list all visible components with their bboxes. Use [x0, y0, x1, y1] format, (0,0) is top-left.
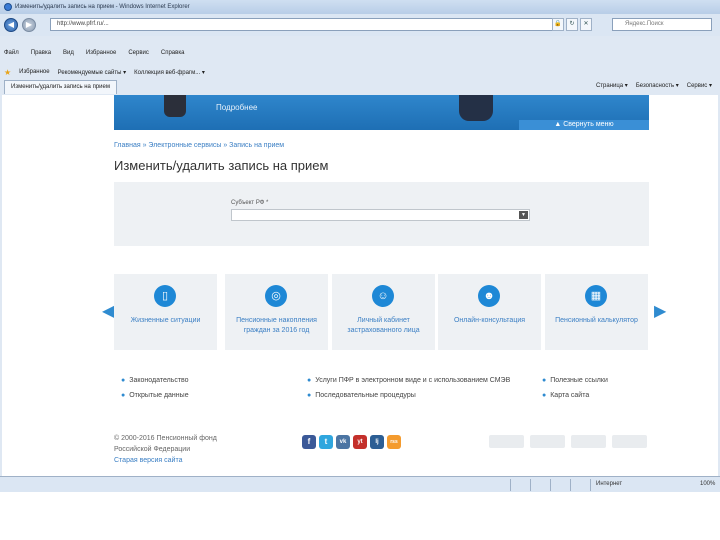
youtube-icon[interactable]: yt [353, 435, 367, 449]
livejournal-icon[interactable]: lj [370, 435, 384, 449]
url-field[interactable]: http://www.pfrf.ru/... [50, 18, 560, 31]
tile-label: Онлайн-консультация [453, 317, 526, 324]
link-procedures[interactable]: Последовательные процедуры [315, 392, 416, 399]
address-bar: ◀ ▶ http://www.pfrf.ru/... 🔒 ↻ ✕ Яндекс.… [0, 14, 720, 36]
coins-icon: ◎ [265, 285, 287, 307]
region-label: Субъект РФ * [231, 200, 269, 206]
page-title: Изменить/удалить запись на прием [114, 158, 329, 173]
zoom-level[interactable]: 100% [700, 481, 715, 487]
old-site-link[interactable]: Старая версия сайта [114, 455, 217, 466]
consultant-icon: ☻ [478, 285, 500, 307]
tile-label: Пенсионный калькулятор [555, 317, 638, 324]
command-page[interactable]: Страница ▾ [596, 82, 628, 89]
ie-logo-icon [4, 3, 12, 11]
calculator-icon: ▦ [585, 285, 607, 307]
service-tiles: ▯ Жизненные ситуации ◎ Пенсионные накопл… [114, 274, 649, 350]
favorites-item-suggested[interactable]: Рекомендуемые сайты ▾ [58, 69, 127, 76]
menu-tools[interactable]: Сервис [128, 50, 149, 60]
menu-favorites[interactable]: Избранное [86, 50, 116, 60]
vkontakte-icon[interactable]: vk [336, 435, 350, 449]
tile-personal-account[interactable]: ☺ Личный кабинет застрахованного лица [332, 274, 435, 350]
menu-help[interactable]: Справка [161, 50, 185, 60]
carousel-prev-button[interactable]: ◀ [102, 301, 114, 321]
menu-view[interactable]: Вид [63, 50, 74, 60]
lock-icon[interactable]: 🔒 [552, 18, 564, 31]
partner-logo[interactable] [530, 435, 565, 448]
back-button[interactable]: ◀ [4, 18, 18, 32]
title-bar: Изменить/удалить запись на прием - Windo… [0, 0, 720, 14]
banner-more-link[interactable]: Подробнее [216, 103, 258, 112]
tile-label: Жизненные ситуации [130, 317, 201, 324]
menu-edit[interactable]: Правка [31, 50, 51, 60]
command-bar: Страница ▾ Безопасность ▾ Сервис ▾ [596, 82, 712, 89]
twitter-icon[interactable]: t [319, 435, 333, 449]
link-open-data[interactable]: Открытые данные [129, 392, 188, 399]
tile-online-consultation[interactable]: ☻ Онлайн-консультация [438, 274, 541, 350]
active-tab[interactable]: Изменить/удалить запись на прием [4, 80, 117, 94]
breadcrumb[interactable]: Главная » Электронные сервисы » Запись н… [114, 142, 284, 149]
command-tools[interactable]: Сервис ▾ [687, 82, 712, 89]
menu-file[interactable]: Файл [4, 50, 19, 60]
partner-logo[interactable] [489, 435, 524, 448]
forward-button[interactable]: ▶ [22, 18, 36, 32]
tile-label: Пенсионные накопления граждан за 2016 го… [236, 317, 317, 334]
link-sitemap[interactable]: Карта сайта [550, 392, 589, 399]
favorites-item-webslice[interactable]: Коллекция веб-фрагм... ▾ [134, 69, 205, 76]
top-banner: Подробнее ▲ Свернуть меню [114, 95, 649, 130]
favorites-label[interactable]: Избранное [19, 69, 49, 75]
refresh-button[interactable]: ↻ [566, 18, 578, 31]
rss-icon[interactable]: rss [387, 435, 401, 449]
window-title: Изменить/удалить запись на прием - Windo… [15, 4, 190, 10]
browser-window: Изменить/удалить запись на прием - Windo… [0, 0, 720, 492]
favorites-star-icon[interactable]: ★ [4, 68, 11, 77]
favorites-bar: ★ Избранное Рекомендуемые сайты ▾ Коллек… [0, 66, 720, 78]
form-panel: Субъект РФ * ▼ [114, 182, 649, 246]
footer-links-col2: ● Услуги ПФР в электронном виде и с испол… [307, 377, 511, 399]
search-input[interactable]: Яндекс.Поиск [612, 18, 712, 31]
command-safety[interactable]: Безопасность ▾ [636, 82, 679, 89]
banner-person-image-2 [459, 95, 493, 121]
chevron-down-icon[interactable]: ▼ [519, 211, 528, 219]
collapse-menu-button[interactable]: ▲ Свернуть меню [519, 120, 649, 130]
link-useful[interactable]: Полезные ссылки [550, 377, 608, 384]
region-select[interactable]: ▼ [231, 209, 530, 221]
security-zone: Интернет [596, 481, 623, 487]
person-icon: ☺ [372, 285, 394, 307]
door-icon: ▯ [154, 285, 176, 307]
link-legislation[interactable]: Законодательство [129, 377, 188, 384]
stop-button[interactable]: ✕ [580, 18, 592, 31]
partner-logo[interactable] [571, 435, 606, 448]
status-bar: Интернет 100% [0, 476, 720, 492]
banner-person-image [164, 95, 186, 117]
copyright-line2: Российской Федерации [114, 446, 191, 453]
facebook-icon[interactable]: f [302, 435, 316, 449]
tile-pension-savings[interactable]: ◎ Пенсионные накопления граждан за 2016 … [225, 274, 328, 350]
copyright: © 2000-2016 Пенсионный фонд Российской Ф… [114, 433, 217, 466]
footer-links-col1: ● Законодательство ● Открытые данные [121, 377, 189, 399]
tile-life-situations[interactable]: ▯ Жизненные ситуации [114, 274, 217, 350]
tile-pension-calculator[interactable]: ▦ Пенсионный калькулятор [545, 274, 648, 350]
footer-links-col3: ● Полезные ссылки ● Карта сайта [542, 377, 608, 399]
carousel-next-button[interactable]: ▶ [654, 301, 666, 321]
menu-bar: Файл Правка Вид Избранное Сервис Справка [0, 50, 720, 60]
copyright-line1: © 2000-2016 Пенсионный фонд [114, 435, 217, 442]
social-icons: f t vk yt lj rss [302, 435, 401, 449]
link-e-services[interactable]: Услуги ПФР в электронном виде и с исполь… [315, 377, 510, 384]
partner-logos [489, 435, 647, 448]
tile-label: Личный кабинет застрахованного лица [347, 317, 420, 334]
partner-logo[interactable] [612, 435, 647, 448]
page-viewport: Подробнее ▲ Свернуть меню Главная » Элек… [2, 95, 718, 476]
